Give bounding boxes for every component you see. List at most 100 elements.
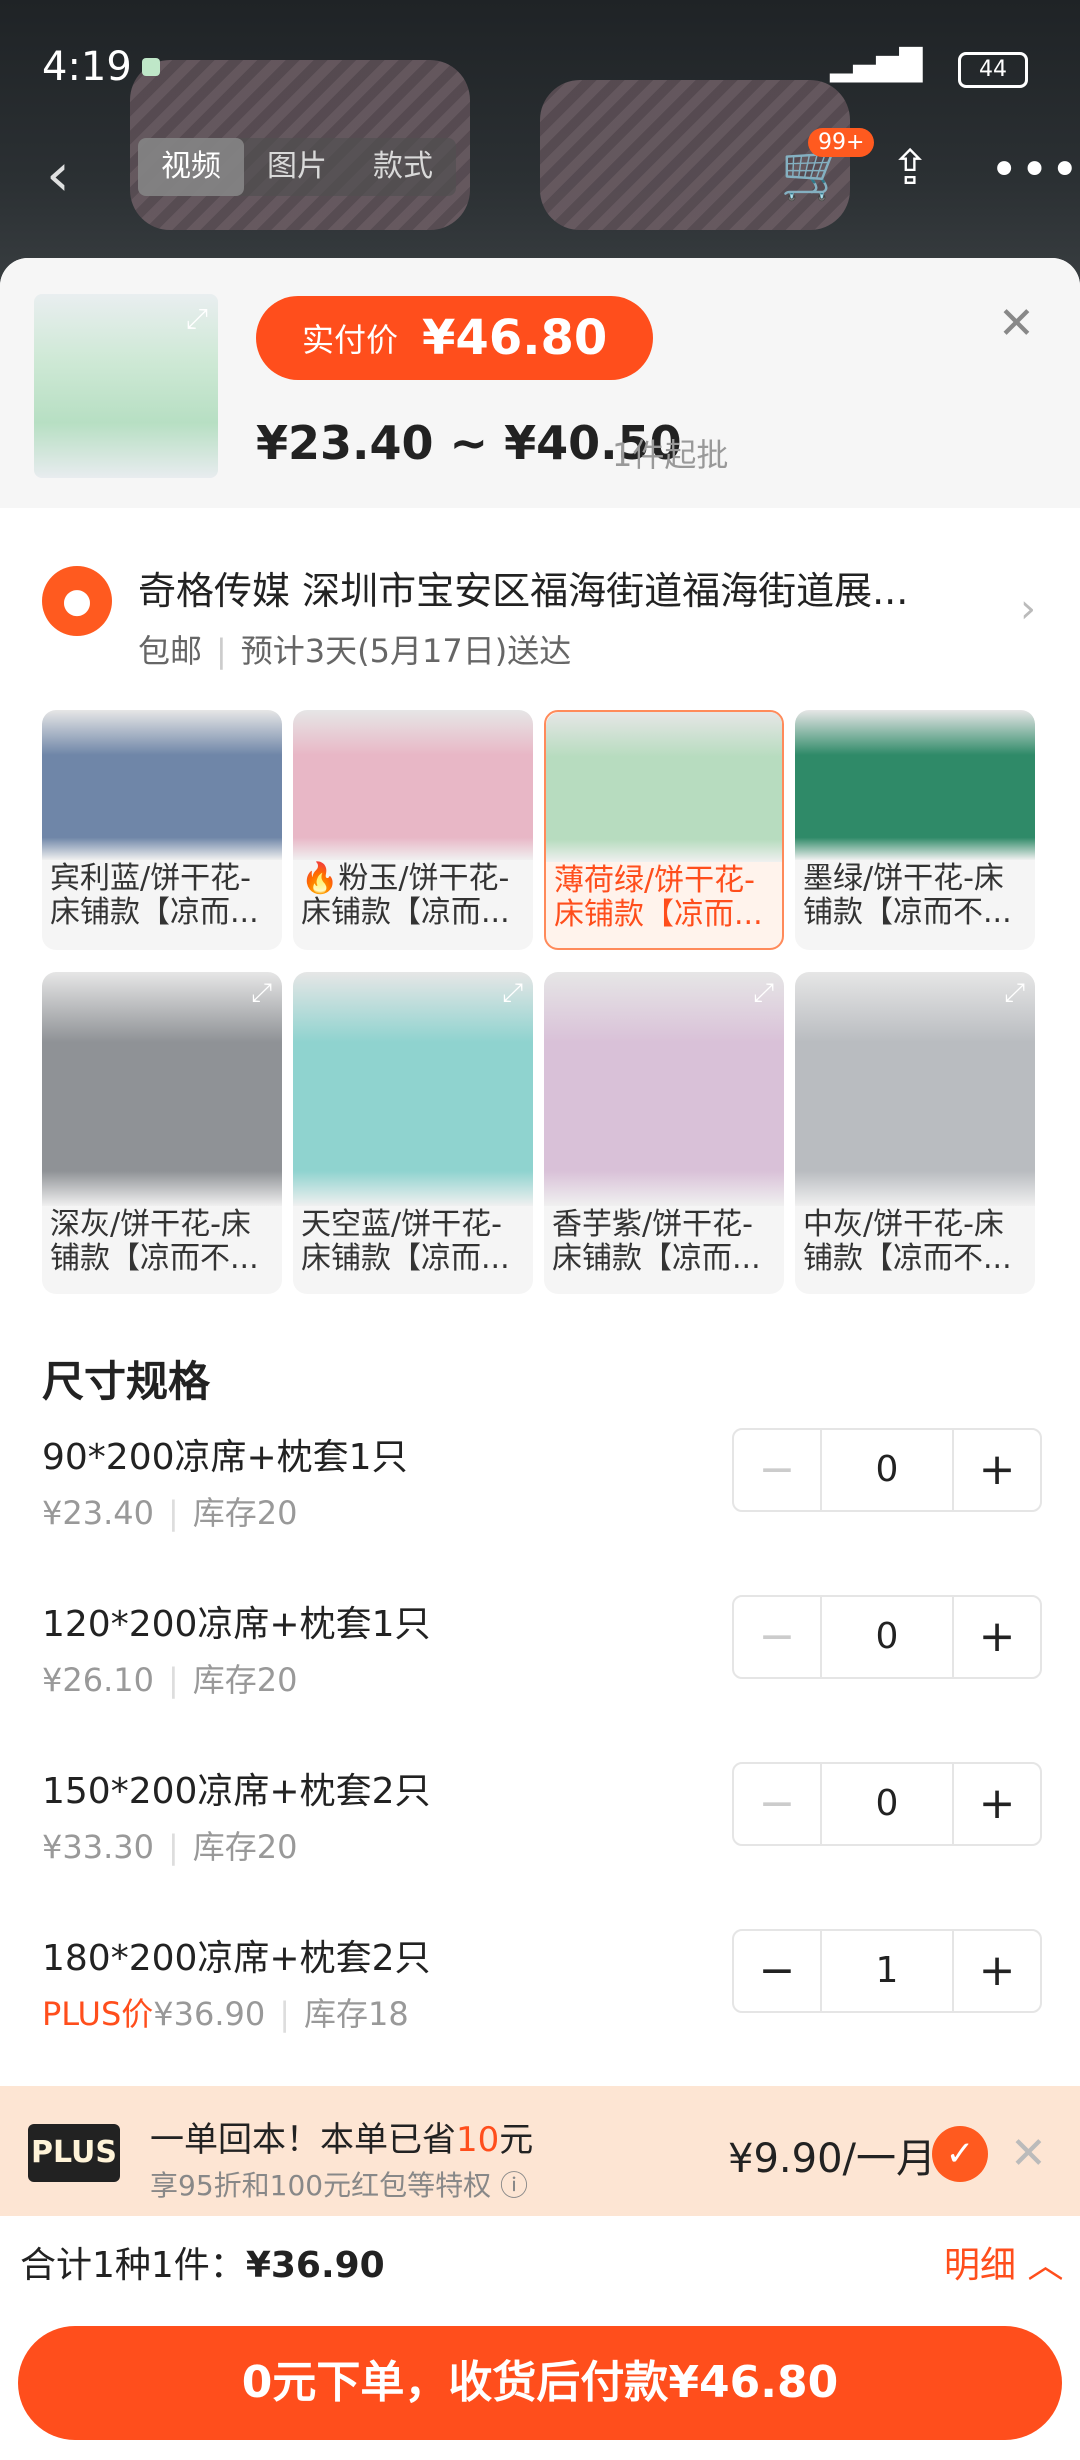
variant-card[interactable]: ⤢ 天空蓝/饼干花-床铺款【凉而... [293, 972, 533, 1294]
expand-icon[interactable]: ⤢ [251, 978, 272, 1009]
variant-card[interactable]: ⤢ 香芋紫/饼干花-床铺款【凉而... [544, 972, 784, 1294]
variant-label: 薄荷绿/饼干花-床铺款【凉而... [554, 863, 763, 932]
shipping-info: 包邮 | 预计3天(5月17日)送达 [138, 632, 572, 670]
plus-badge: PLUS [28, 2124, 120, 2182]
variant-label: 宾利蓝/饼干花-床铺款【凉而... [50, 861, 259, 930]
plus-savings: 一单回本！本单已省10元 [150, 2112, 533, 2161]
decrement-button[interactable]: − [734, 1430, 820, 1510]
close-icon[interactable]: ✕ [998, 298, 1035, 349]
size-section-title: 尺寸规格 [42, 1357, 211, 1406]
back-icon[interactable]: ‹ [46, 140, 70, 210]
quantity-stepper: − 0 + [732, 1762, 1042, 1846]
size-name: 120*200凉席+枕套1只 [42, 1604, 431, 1645]
media-tabs: 视频 图片 款式 [138, 138, 456, 196]
variant-image: ⤢ [42, 972, 282, 1206]
quantity-stepper: − 0 + [732, 1595, 1042, 1679]
variant-card[interactable]: 墨绿/饼干花-床铺款【凉而不... [795, 710, 1035, 950]
increment-button[interactable]: + [954, 1931, 1040, 2011]
submit-order-button[interactable]: 0元下单，收货后付款¥46.80 [18, 2326, 1062, 2440]
size-row: 180*200凉席+枕套2只 PLUS价¥36.90 | 库存18 − 1 + [42, 1929, 1042, 2069]
variant-image [795, 710, 1035, 860]
quantity-value[interactable]: 1 [820, 1931, 954, 2011]
expand-icon[interactable]: ⤢ [753, 978, 774, 1009]
increment-button[interactable]: + [954, 1430, 1040, 1510]
variant-label: 🔥粉玉/饼干花-床铺款【凉而... [301, 861, 510, 930]
size-name: 90*200凉席+枕套1只 [42, 1437, 408, 1478]
quantity-stepper: − 1 + [732, 1929, 1042, 2013]
detail-toggle[interactable]: 明细 ︿ [944, 2236, 1063, 2288]
size-price: ¥23.40 [42, 1494, 154, 1532]
variant-card-selected[interactable]: 薄荷绿/饼干花-床铺款【凉而... [544, 710, 784, 950]
quantity-value[interactable]: 0 [820, 1597, 954, 1677]
tab-styles[interactable]: 款式 [350, 138, 456, 196]
variant-card[interactable]: ⤢ 中灰/饼干花-床铺款【凉而不... [795, 972, 1035, 1294]
increment-button[interactable]: + [954, 1597, 1040, 1677]
decrement-button[interactable]: − [734, 1931, 820, 2011]
increment-button[interactable]: + [954, 1764, 1040, 1844]
decrement-button[interactable]: − [734, 1597, 820, 1677]
plus-savings-unit: 元 [499, 2120, 534, 2160]
more-icon[interactable]: ••• [990, 142, 1080, 198]
address-text: 奇格传媒 深圳市宝安区福海街道福海街道展... [138, 569, 909, 613]
decrement-button[interactable]: − [734, 1764, 820, 1844]
chevron-right-icon: › [1020, 586, 1036, 632]
quantity-stepper: − 0 + [732, 1428, 1042, 1512]
variant-card[interactable]: ⤢ 深灰/饼干花-床铺款【凉而不... [42, 972, 282, 1294]
size-stock: 库存20 [192, 1828, 298, 1866]
plus-membership-bar: PLUS 一单回本！本单已省10元 享95折和100元红包等特权 ⓘ ¥9.90… [0, 2086, 1080, 2216]
sku-sheet: ⤢ 实付价 ¥46.80 ¥23.40 ~ ¥40.50 1件起批 ✕ ● 奇格… [0, 258, 1080, 2460]
top-nav: ‹ 视频 图片 款式 🛒 99+ ⇪ ••• [0, 128, 1080, 240]
variant-label: 墨绿/饼干花-床铺款【凉而不... [803, 861, 1012, 930]
plus-savings-amount: 10 [456, 2120, 500, 2160]
pay-price-pill: 实付价 ¥46.80 [256, 296, 654, 380]
size-row: 150*200凉席+枕套2只 ¥33.30 | 库存20 − 0 + [42, 1762, 1042, 1902]
size-row: 90*200凉席+枕套1只 ¥23.40 | 库存20 − 0 + [42, 1428, 1042, 1568]
size-meta: ¥23.40 | 库存20 [42, 1494, 298, 1532]
size-row: 120*200凉席+枕套1只 ¥26.10 | 库存20 − 0 + [42, 1595, 1042, 1735]
plus-price-tag: PLUS价 [42, 1995, 154, 2033]
location-pin-icon: ● [42, 566, 112, 636]
quantity-value[interactable]: 0 [820, 1430, 954, 1510]
notification-icon [142, 58, 160, 76]
expand-icon[interactable]: ⤢ [502, 978, 523, 1009]
size-price: ¥36.90 [153, 1995, 266, 2033]
wifi-icon: ◠ [892, 44, 922, 84]
product-thumbnail[interactable]: ⤢ [34, 294, 218, 478]
size-price: ¥33.30 [42, 1828, 154, 1866]
battery-indicator: 44 [958, 52, 1028, 88]
pay-price-label: 实付价 [302, 321, 399, 359]
sheet-header: ⤢ 实付价 ¥46.80 ¥23.40 ~ ¥40.50 1件起批 ✕ [0, 258, 1080, 508]
size-meta: ¥26.10 | 库存20 [42, 1661, 298, 1699]
total-value: ¥36.90 [245, 2245, 385, 2286]
tab-video[interactable]: 视频 [138, 138, 244, 196]
order-total: 合计1种1件：¥36.90 [20, 2236, 385, 2288]
variant-image: ⤢ [795, 972, 1035, 1206]
expand-icon[interactable]: ⤢ [186, 302, 208, 336]
check-icon[interactable]: ✓ [932, 2126, 988, 2182]
variant-card[interactable]: 🔥粉玉/饼干花-床铺款【凉而... [293, 710, 533, 950]
free-shipping: 包邮 [138, 632, 203, 670]
size-stock: 库存20 [192, 1494, 298, 1532]
plus-benefits[interactable]: 享95折和100元红包等特权 ⓘ [150, 2164, 528, 2204]
plus-price: ¥9.90/一月 [728, 2136, 936, 2182]
variant-label: 天空蓝/饼干花-床铺款【凉而... [301, 1207, 510, 1276]
pay-price-value: ¥46.80 [422, 310, 608, 366]
quantity-value[interactable]: 0 [820, 1764, 954, 1844]
variant-card[interactable]: 宾利蓝/饼干花-床铺款【凉而... [42, 710, 282, 950]
variant-label: 中灰/饼干花-床铺款【凉而不... [803, 1207, 1012, 1276]
variant-image: ⤢ [293, 972, 533, 1206]
share-icon[interactable]: ⇪ [890, 140, 930, 196]
size-name: 180*200凉席+枕套2只 [42, 1938, 431, 1979]
variant-image [42, 710, 282, 860]
expand-icon[interactable]: ⤢ [1004, 978, 1025, 1009]
variant-label: 香芋紫/饼干花-床铺款【凉而... [552, 1207, 761, 1276]
tab-images[interactable]: 图片 [244, 138, 350, 196]
size-name: 150*200凉席+枕套2只 [42, 1771, 431, 1812]
status-bar: 4:19 ▂▄▆█ ◠ 44 [0, 0, 1080, 130]
address-row[interactable]: ● 奇格传媒 深圳市宝安区福海街道福海街道展... 包邮 | 预计3天(5月17日)… [0, 508, 1080, 708]
variant-image [293, 710, 533, 860]
close-icon[interactable]: ✕ [1010, 2128, 1047, 2179]
plus-savings-text: 一单回本！本单已省 [150, 2120, 456, 2160]
min-order: 1件起批 [612, 436, 729, 474]
variant-image [546, 712, 782, 862]
